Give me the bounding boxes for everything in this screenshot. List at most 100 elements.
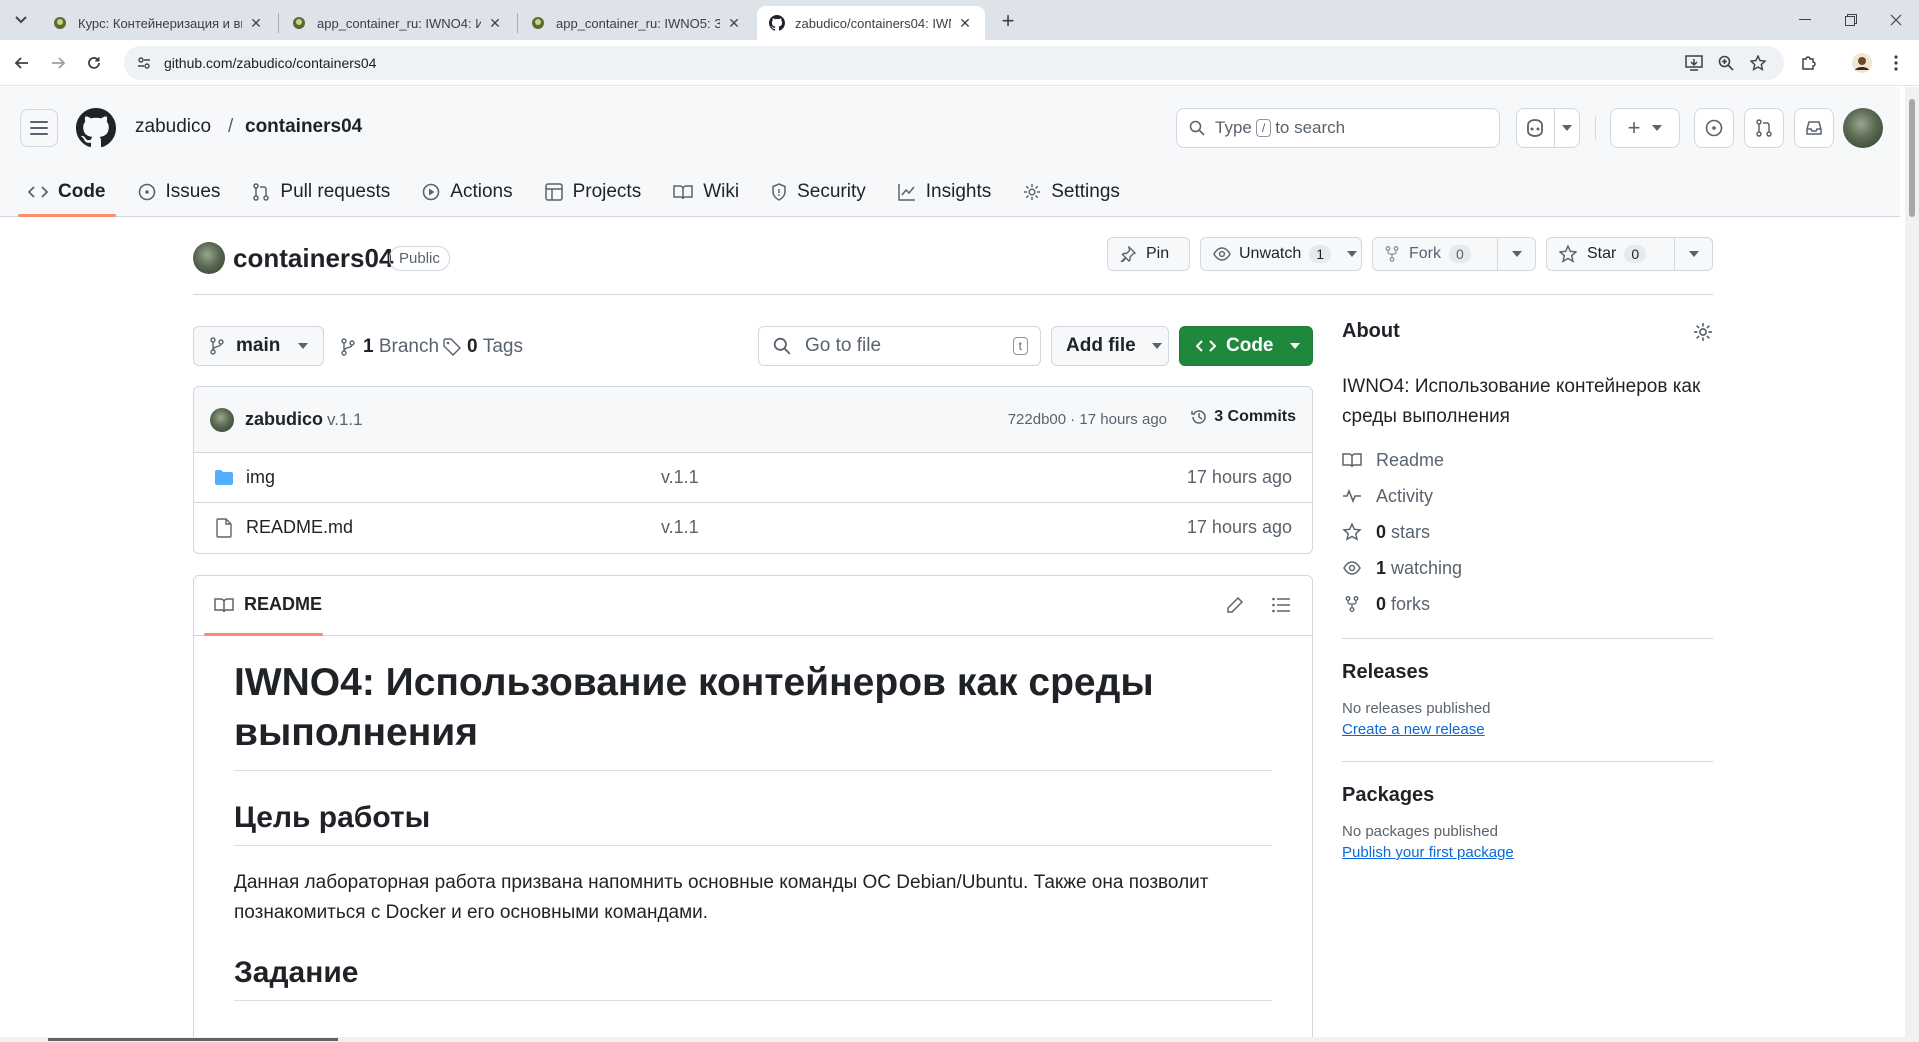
profile-avatar-icon[interactable] — [1850, 51, 1874, 75]
file-name[interactable]: img — [246, 467, 275, 488]
issues-header-button[interactable] — [1694, 108, 1734, 148]
star-icon — [1342, 523, 1362, 541]
horizontal-scrollbar-thumb[interactable] — [48, 1038, 338, 1041]
tab-code[interactable]: Code — [18, 175, 115, 217]
github-logo-icon[interactable] — [76, 108, 117, 148]
releases-title[interactable]: Releases — [1342, 661, 1713, 684]
commits-history-link[interactable]: 3 Commits — [1190, 408, 1296, 426]
pin-button[interactable]: Pin — [1107, 237, 1190, 271]
outline-list-icon[interactable] — [1272, 597, 1290, 618]
browser-menu-dots-icon[interactable] — [1884, 51, 1908, 75]
commit-meta[interactable]: 722db00 · 17 hours ago — [1008, 411, 1167, 428]
file-row[interactable]: img v.1.1 17 hours ago — [194, 453, 1312, 503]
pull-requests-header-button[interactable] — [1744, 108, 1784, 148]
commit-message[interactable]: v.1.1 — [327, 410, 363, 430]
user-avatar[interactable] — [1843, 108, 1883, 148]
global-search-input[interactable]: Type / to search — [1176, 108, 1500, 148]
tab-settings[interactable]: Settings — [1023, 175, 1120, 209]
browser-tab-iwno4[interactable]: app_container_ru: IWNO4: Испо ✕ — [279, 6, 515, 40]
fork-button[interactable]: Fork 0 — [1372, 237, 1536, 271]
watching-link[interactable]: 1 watching — [1342, 550, 1713, 586]
breadcrumb-separator: / — [228, 116, 234, 137]
tab-search-chevron-icon[interactable] — [10, 9, 32, 31]
star-dropdown-chevron-icon[interactable] — [1674, 238, 1712, 270]
file-name[interactable]: README.md — [246, 517, 353, 538]
copilot-button[interactable] — [1516, 108, 1580, 148]
readme-tab[interactable]: README — [214, 594, 322, 615]
file-commit-message[interactable]: v.1.1 — [661, 467, 699, 488]
edit-pencil-icon[interactable] — [1226, 596, 1244, 619]
new-tab-plus-icon[interactable]: + — [996, 8, 1020, 33]
about-title: About — [1342, 320, 1400, 342]
branches-link[interactable]: 1 Branch — [341, 336, 439, 358]
close-window-icon[interactable] — [1873, 0, 1919, 40]
tab-pull-requests[interactable]: Pull requests — [252, 175, 390, 209]
site-settings-icon[interactable] — [134, 53, 154, 73]
fork-dropdown-chevron-icon[interactable] — [1497, 238, 1535, 270]
browser-tab-github-active[interactable]: zabudico/containers04: IWNO4 ✕ — [757, 6, 985, 40]
publish-package-link[interactable]: Publish your first package — [1342, 844, 1514, 861]
commit-author-avatar[interactable] — [210, 408, 234, 432]
breadcrumb-repo[interactable]: containers04 — [245, 116, 362, 138]
watch-dropdown-chevron-icon[interactable] — [1343, 238, 1361, 270]
hamburger-menu-icon[interactable] — [20, 109, 58, 147]
tab-insights[interactable]: Insights — [898, 175, 991, 209]
forward-arrow-icon[interactable] — [46, 51, 70, 75]
tab-projects[interactable]: Projects — [544, 175, 641, 209]
owner-avatar[interactable] — [193, 242, 225, 274]
close-tab-icon[interactable]: ✕ — [487, 15, 503, 31]
restore-window-icon[interactable] — [1828, 0, 1874, 40]
header-divider — [1595, 117, 1596, 139]
create-new-button[interactable]: + — [1610, 108, 1680, 148]
star-button[interactable]: Star 0 — [1546, 237, 1713, 271]
readme-link[interactable]: Readme — [1342, 442, 1713, 478]
tab-wiki[interactable]: Wiki — [673, 175, 739, 209]
packages-section: Packages No packages published Publish y… — [1342, 761, 1713, 862]
branch-select-button[interactable]: main — [193, 326, 324, 366]
inbox-button[interactable] — [1794, 108, 1834, 148]
unwatch-button[interactable]: Unwatch 1 — [1200, 237, 1362, 271]
chevron-down-icon — [1151, 343, 1162, 349]
extensions-puzzle-icon[interactable] — [1796, 51, 1820, 75]
add-file-button[interactable]: Add file — [1051, 326, 1169, 366]
book-icon — [673, 185, 693, 200]
forks-link[interactable]: 0 forks — [1342, 586, 1713, 622]
copilot-dropdown-triangle-icon[interactable] — [1553, 109, 1579, 147]
reload-icon[interactable] — [82, 51, 106, 75]
code-icon — [28, 186, 48, 198]
activity-link[interactable]: Activity — [1342, 478, 1713, 514]
code-dropdown-button[interactable]: Code — [1179, 326, 1313, 366]
star-count: 0 — [1624, 245, 1647, 263]
file-commit-message[interactable]: v.1.1 — [661, 517, 699, 538]
breadcrumb-owner[interactable]: zabudico — [135, 116, 211, 138]
browser-tab-course[interactable]: Курс: Контейнеризация и вир ✕ — [40, 6, 276, 40]
go-to-file-input[interactable]: Go to file t — [758, 326, 1041, 366]
stars-link[interactable]: 0 stars — [1342, 514, 1713, 550]
tab-issues[interactable]: Issues — [138, 175, 220, 209]
readme-panel: README IWNO4: Использование контейнеров … — [193, 575, 1313, 1042]
install-app-icon[interactable] — [1682, 51, 1706, 75]
bookmark-star-icon[interactable] — [1746, 51, 1770, 75]
url-omnibox[interactable]: github.com/zabudico/containers04 — [124, 46, 1784, 80]
close-tab-icon[interactable]: ✕ — [957, 15, 973, 31]
packages-title[interactable]: Packages — [1342, 784, 1713, 807]
folder-icon — [215, 470, 233, 485]
file-row[interactable]: README.md v.1.1 17 hours ago — [194, 503, 1312, 553]
back-arrow-icon[interactable] — [10, 51, 34, 75]
scrollbar-thumb[interactable] — [1909, 99, 1915, 217]
commit-author[interactable]: zabudico — [245, 409, 323, 430]
tags-link[interactable]: 0 Tags — [443, 336, 523, 358]
vertical-scrollbar[interactable] — [1905, 87, 1919, 1042]
zoom-icon[interactable] — [1714, 51, 1738, 75]
close-tab-icon[interactable]: ✕ — [726, 15, 742, 31]
horizontal-scrollbar[interactable] — [0, 1037, 1905, 1042]
minimize-window-icon[interactable] — [1782, 0, 1828, 40]
repo-name[interactable]: containers04 — [233, 243, 393, 274]
close-tab-icon[interactable]: ✕ — [248, 15, 264, 31]
create-release-link[interactable]: Create a new release — [1342, 721, 1485, 738]
tab-actions[interactable]: Actions — [422, 175, 513, 209]
tab-security[interactable]: Security — [771, 175, 866, 209]
pull-request-icon — [1756, 119, 1772, 137]
browser-tab-iwno5[interactable]: app_container_ru: IWNO5: Запу ✕ — [518, 6, 754, 40]
about-settings-gear-icon[interactable] — [1693, 322, 1713, 347]
